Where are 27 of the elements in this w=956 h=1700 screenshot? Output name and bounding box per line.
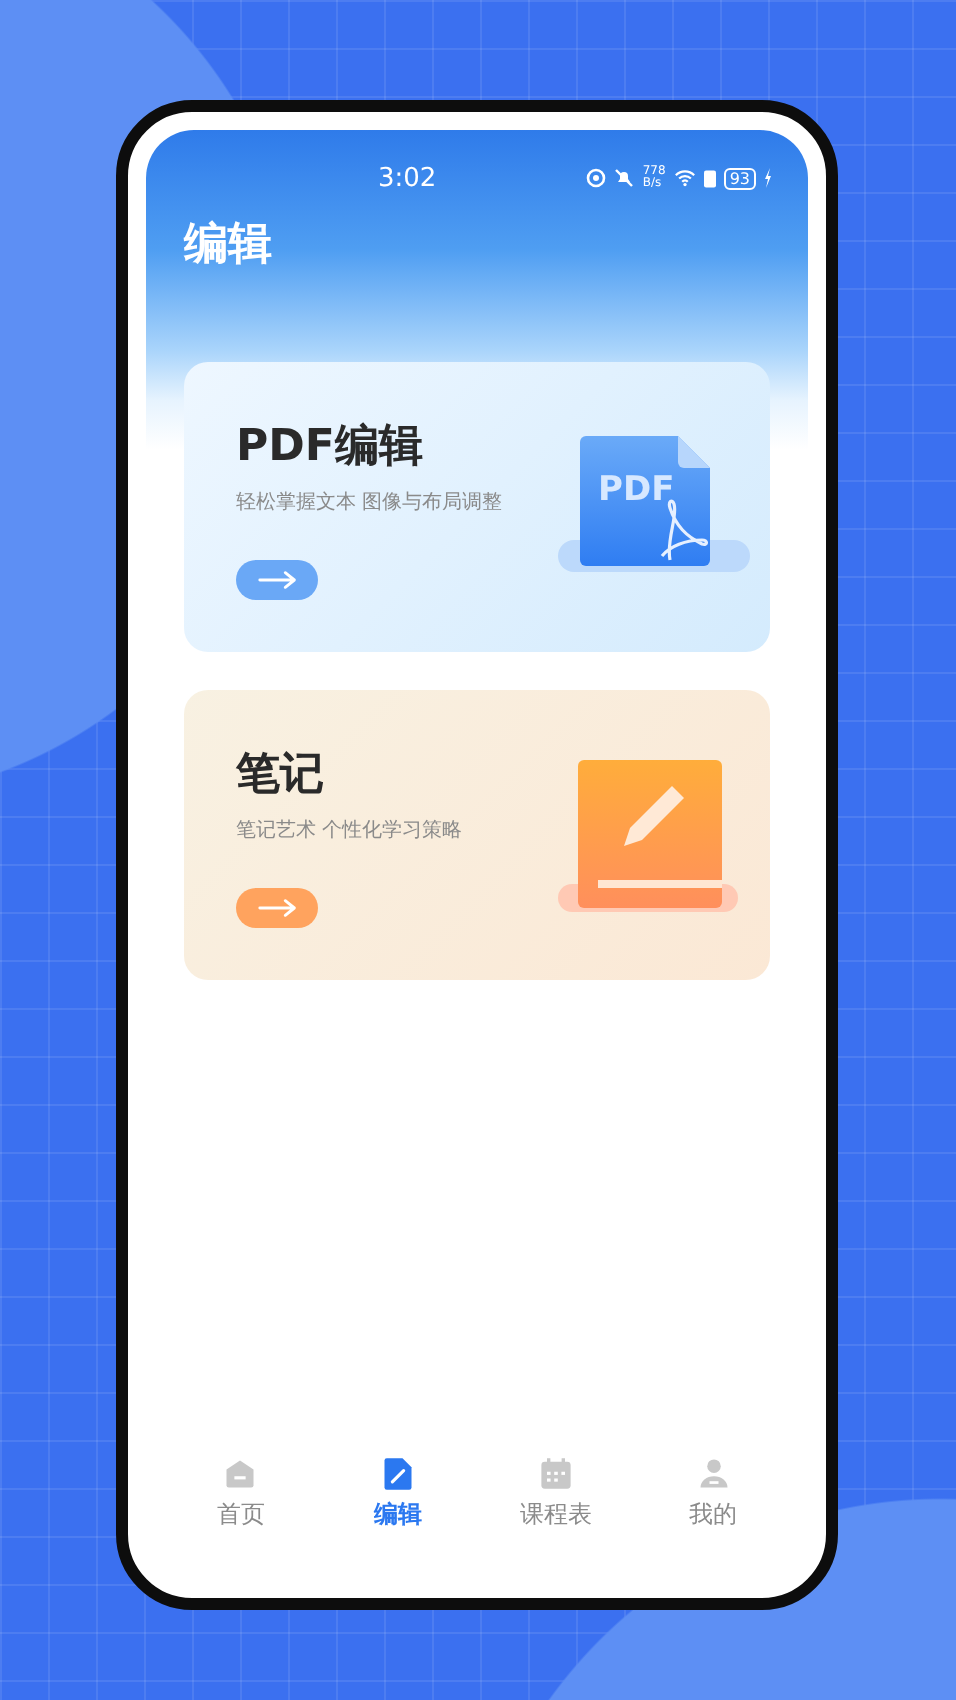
arrow-icon <box>257 569 297 589</box>
card-subtitle: 轻松掌握文本 图像与布局调整 <box>236 489 503 515</box>
arrow-button[interactable] <box>236 559 318 599</box>
nav-tab[interactable]: 我的 <box>653 1456 774 1532</box>
document-edit-icon <box>380 1456 417 1492</box>
page-title: 编辑 <box>184 218 274 274</box>
icon-label: PDF <box>598 471 675 507</box>
card-subtitle: 笔记艺术 个性化学习策略 <box>236 817 463 843</box>
feature-card[interactable]: 笔记 笔记艺术 个性化学习策略 <box>184 690 770 980</box>
person-icon <box>695 1456 732 1492</box>
card-title: PDF编辑 <box>236 419 423 475</box>
calendar-icon <box>537 1456 574 1492</box>
nav-tab[interactable]: 编辑 <box>338 1456 459 1532</box>
feature-card[interactable]: PDF编辑 轻松掌握文本 图像与布局调整 PDF <box>184 362 770 652</box>
battery-level: 93 <box>723 167 756 189</box>
vpn-icon <box>586 168 607 188</box>
nav-tab[interactable]: 首页 <box>180 1456 301 1532</box>
sim-icon <box>703 169 716 187</box>
home-icon <box>222 1456 259 1492</box>
nav-tab[interactable]: 课程表 <box>495 1456 616 1532</box>
charging-icon <box>764 168 772 188</box>
card-title: 笔记 <box>236 747 324 803</box>
arrow-icon <box>257 897 297 917</box>
wifi-icon <box>673 168 696 188</box>
status-time: 3:02 <box>378 163 437 193</box>
arrow-button[interactable] <box>236 887 318 927</box>
bell-muted-icon <box>614 168 635 188</box>
